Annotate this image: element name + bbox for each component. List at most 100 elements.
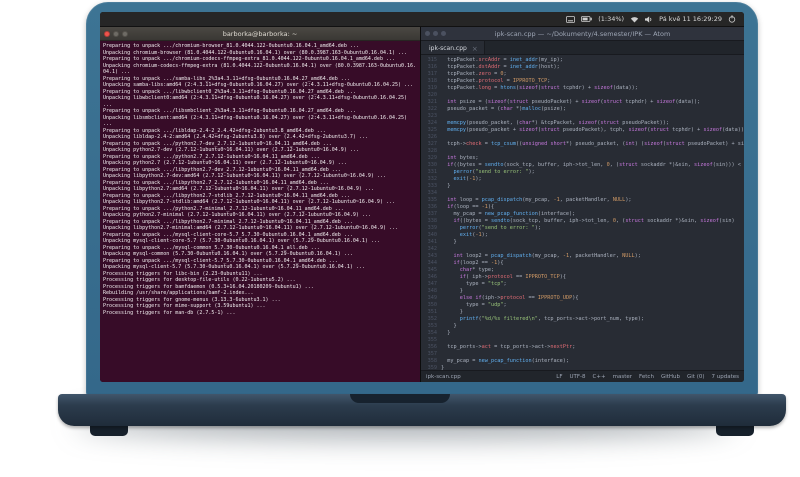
line-number: 331 <box>427 169 437 175</box>
code-line: 322 pseudo_packet = (char *)malloc(psize… <box>421 106 744 113</box>
terminal-titlebar[interactable]: barborka@barborka: ~ <box>100 27 420 41</box>
clock-text[interactable]: Pá kvě 11 16:29:29 <box>659 15 722 23</box>
atom-status-bar: ipk-scan.cpp LF UTF-8 C++ master Fetch GitHub… <box>421 370 744 382</box>
line-number: 353 <box>427 323 437 329</box>
volume-icon[interactable] <box>645 15 653 23</box>
code-line: 347 type = "tcp"; <box>421 281 744 288</box>
line-number: 335 <box>427 197 437 203</box>
code-line: 319 tcpPacket.long = htons(sizeof(struct… <box>421 85 744 92</box>
desktop-windows: barborka@barborka: ~ Preparing to unpack… <box>100 27 744 382</box>
code-line: 324 memcpy(pseudo_packet, (char*) &tcpPa… <box>421 120 744 127</box>
code-line: 335 int loop = pcap_dispatch(my_pcap, -1… <box>421 197 744 204</box>
line-number: 354 <box>427 330 437 336</box>
line-number: 345 <box>427 267 437 273</box>
code-text: exit(-1); <box>453 176 482 182</box>
code-line: 330 if((bytes = sendto(sock_tcp, buffer,… <box>421 162 744 169</box>
line-number: 327 <box>427 141 437 147</box>
close-button[interactable] <box>104 30 110 37</box>
code-text: char* type; <box>459 267 495 273</box>
tab-close-icon[interactable]: × <box>472 45 478 53</box>
status-item[interactable]: UTF-8 <box>570 374 586 380</box>
system-top-panel: (1:34%) Pá kvě 11 16:29:29 <box>100 12 744 27</box>
code-line: 318 tcpPacket.protocol = IPPROTO_TCP; <box>421 78 744 85</box>
code-line: 327 tcph->check = tcp_csum((unsigned sho… <box>421 141 744 148</box>
atom-titlebar[interactable]: ipk-scan.cpp — ~/Dokumenty/4.semester/IP… <box>421 27 744 41</box>
code-text: int bytes; <box>447 155 479 161</box>
line-number: 319 <box>427 85 437 91</box>
line-number: 317 <box>427 71 437 77</box>
code-text: } <box>441 183 451 189</box>
minimize-button[interactable] <box>113 30 119 37</box>
battery-status-text[interactable]: (1:34%) <box>598 15 624 23</box>
code-editor-area[interactable]: 315 tcpPacket.srcAddr = inet_addr(my_ip)… <box>421 55 744 370</box>
tab-ipk-scan-cpp[interactable]: ipk-scan.cpp × <box>421 41 485 54</box>
terminal-line: Unpacking libsmbclient:amd64 (2:4.3.11+d… <box>103 114 411 128</box>
status-item[interactable]: C++ <box>593 374 606 380</box>
keyboard-layout-icon[interactable] <box>566 15 576 23</box>
code-line: 326 <box>421 134 744 141</box>
atom-window-buttons <box>425 31 446 36</box>
code-line: 345 char* type; <box>421 267 744 274</box>
code-line: 334 <box>421 190 744 197</box>
minimize-button[interactable] <box>433 31 438 36</box>
line-number: 351 <box>427 309 437 315</box>
line-number: 355 <box>427 337 437 343</box>
code-line: 323 <box>421 113 744 120</box>
battery-icon[interactable] <box>581 16 593 22</box>
code-text: tcpPacket.long = htons(sizeof(struct tcp… <box>441 85 638 91</box>
code-text: my_pcap = new_pcap_function(interface); <box>441 358 570 364</box>
status-item[interactable]: Fetch <box>639 374 654 380</box>
code-line: 357 <box>421 351 744 358</box>
code-line: 339 perror("send to error: "); <box>421 225 744 232</box>
status-item[interactable]: master <box>613 374 632 380</box>
code-line: 325 memcpy(pseudo_packet + sizeof(struct… <box>421 127 744 134</box>
code-text: } <box>441 288 463 294</box>
code-text: if( iph->protocol == IPPROTO_TCP){ <box>459 274 566 280</box>
terminal-line: Unpacking mysql-client-core-5.7 (5.7.30-… <box>103 238 380 244</box>
maximize-button[interactable] <box>441 31 446 36</box>
line-number: 326 <box>427 134 437 140</box>
close-button[interactable] <box>425 31 430 36</box>
line-number: 349 <box>427 295 437 301</box>
line-number: 328 <box>427 148 437 154</box>
status-item[interactable]: Git (0) <box>687 374 705 380</box>
code-line: 336 if(loop == -1){ <box>421 204 744 211</box>
code-text: type = "tcp"; <box>441 281 507 287</box>
terminal-line: Unpacking libpython2.7-dev:amd64 (2.7.12… <box>103 173 386 179</box>
terminal-line: Unpacking libpython2.7:amd64 (2.7.12-1ub… <box>103 186 374 192</box>
code-text: if((bytes = sendto(sock_tcp, buffer, iph… <box>447 162 744 168</box>
status-item[interactable]: ipk-scan.cpp <box>426 374 461 380</box>
maximize-button[interactable] <box>122 30 128 37</box>
wifi-icon[interactable] <box>630 16 639 23</box>
code-text: memcpy(pseudo_packet + sizeof(struct pse… <box>447 127 744 133</box>
power-icon[interactable] <box>728 15 736 23</box>
code-line: 331 perror("send to error: "); <box>421 169 744 176</box>
status-item[interactable]: LF <box>556 374 562 380</box>
terminal-window: barborka@barborka: ~ Preparing to unpack… <box>100 27 421 382</box>
tab-label: ipk-scan.cpp <box>429 45 467 52</box>
code-line: 354 } <box>421 330 744 337</box>
code-line: 341 } <box>421 239 744 246</box>
status-bar-left: ipk-scan.cpp <box>426 374 461 380</box>
line-number: 330 <box>427 162 437 168</box>
status-item[interactable]: GitHub <box>661 374 680 380</box>
line-number: 316 <box>427 64 437 70</box>
code-line: 343 int loop2 = pcap_dispatch(my_pcap, -… <box>421 253 744 260</box>
code-line: 346 if( iph->protocol == IPPROTO_TCP){ <box>421 274 744 281</box>
code-line: 337 my_pcap = new_pcap_function(interfac… <box>421 211 744 218</box>
line-number: 356 <box>427 344 437 350</box>
terminal-output[interactable]: Preparing to unpack .../chromium-browser… <box>100 41 420 382</box>
terminal-line: Processing triggers for man-db (2.7.5-1)… <box>103 309 236 316</box>
laptop-hinge-notch <box>350 394 450 403</box>
status-item[interactable]: 7 updates <box>712 374 740 380</box>
line-number: 346 <box>427 274 437 280</box>
code-line: 349 else if(iph->protocol == IPPROTO_UDP… <box>421 295 744 302</box>
line-number: 358 <box>427 358 437 364</box>
code-line: 333 } <box>421 183 744 190</box>
line-number: 318 <box>427 78 437 84</box>
line-number: 324 <box>427 120 437 126</box>
code-text: if((bytes = sendto(sock_tcp, buffer, iph… <box>453 218 735 224</box>
code-line: 316 tcpPacket.dstAddr = inet_addr(host); <box>421 64 744 71</box>
line-number: 329 <box>427 155 437 161</box>
code-line: 350 type = "udp"; <box>421 302 744 309</box>
